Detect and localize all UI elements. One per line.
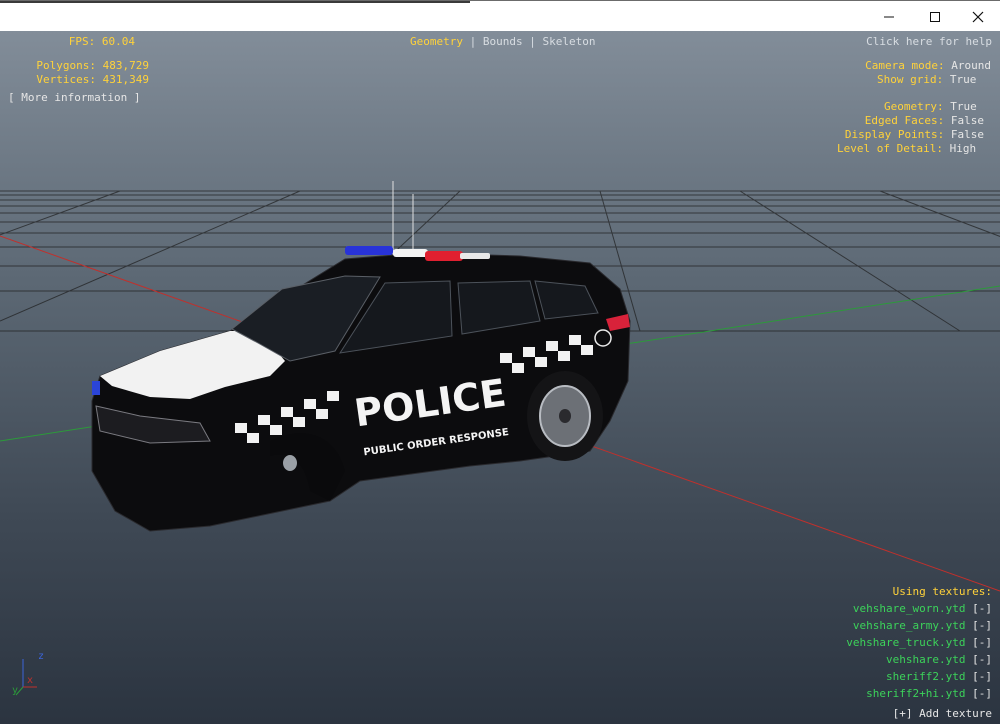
maximize-icon [930, 11, 940, 22]
setting-display-points[interactable]: Display Points: False [845, 128, 984, 142]
tab-separator: | [469, 35, 477, 48]
fps-readout: FPS: 60.04 [0, 35, 135, 49]
setting-camera-mode[interactable]: Camera mode: Around [865, 59, 991, 73]
show-grid-label: Show grid: [877, 73, 944, 86]
display-points-value: False [950, 128, 984, 141]
remove-texture-button[interactable]: [-] [972, 687, 992, 700]
edged-faces-label: Edged Faces: [864, 114, 945, 127]
fps-label: FPS: [68, 35, 96, 48]
setting-show-grid[interactable]: Show grid: True [877, 73, 976, 87]
vertices-readout: Vertices: 431,349 [0, 73, 149, 87]
tab-separator: | [529, 35, 536, 48]
lod-label: Level of Detail: [837, 142, 943, 155]
tab-bounds[interactable]: Bounds [483, 35, 523, 48]
3d-viewport[interactable]: POLICE PUBLIC ORDER RESPONSE z x y FPS: … [0, 31, 1000, 724]
texture-item: sheriff2+hi.ytd [-] [866, 685, 992, 702]
tab-geometry[interactable]: Geometry [410, 35, 463, 48]
close-button[interactable] [955, 2, 1000, 31]
texture-name: vehshare_truck.ytd [846, 636, 966, 649]
window-titlebar [0, 0, 1000, 31]
axis-gizmo: z x y [12, 651, 44, 696]
remove-texture-button[interactable]: [-] [972, 619, 992, 632]
texture-name: sheriff2.ytd [886, 670, 966, 683]
remove-texture-button[interactable]: [-] [972, 670, 992, 683]
axis-x-label: x [27, 675, 33, 686]
texture-name: vehshare_army.ytd [852, 619, 966, 632]
texture-item: vehshare_worn.ytd [-] [853, 600, 992, 617]
vertices-value: 431,349 [102, 73, 149, 86]
setting-geometry[interactable]: Geometry: True [884, 100, 977, 114]
more-information-link[interactable]: [ More information ] [8, 91, 140, 105]
texture-name: vehshare.ytd [886, 653, 966, 666]
geometry-value: True [950, 100, 977, 113]
polygons-readout: Polygons: 483,729 [0, 59, 149, 73]
remove-texture-button[interactable]: [-] [972, 602, 992, 615]
axis-z-label: z [38, 651, 44, 662]
camera-mode-label: Camera mode: [865, 59, 945, 72]
texture-item: vehshare_army.ytd [-] [853, 617, 992, 634]
setting-edged-faces[interactable]: Edged Faces: False [865, 114, 984, 128]
axis-y-label: y [12, 685, 18, 696]
vertices-label: Vertices: [36, 73, 97, 86]
show-grid-value: True [949, 73, 977, 86]
camera-mode-value: Around [951, 59, 991, 72]
view-tabs: Geometry | Bounds | Skeleton [410, 35, 595, 49]
texture-name: sheriff2+hi.ytd [866, 687, 966, 700]
fps-value: 60.04 [101, 35, 135, 48]
titlebar-strip [0, 1, 470, 3]
texture-name: vehshare_worn.ytd [852, 602, 966, 615]
display-points-label: Display Points: [844, 128, 945, 141]
remove-texture-button[interactable]: [-] [972, 636, 992, 649]
add-texture-button[interactable]: [+] Add texture [893, 705, 992, 722]
edged-faces-value: False [950, 114, 984, 127]
texture-item: vehshare.ytd [-] [886, 651, 992, 668]
remove-texture-button[interactable]: [-] [972, 653, 992, 666]
textures-heading: Using textures: [892, 585, 992, 598]
polygons-label: Polygons: [36, 59, 97, 72]
help-link[interactable]: Click here for help [866, 35, 992, 49]
geometry-label: Geometry: [884, 100, 944, 113]
tab-skeleton[interactable]: Skeleton [542, 35, 595, 48]
texture-item: vehshare_truck.ytd [-] [846, 634, 992, 651]
texture-item: sheriff2.ytd [-] [886, 668, 992, 685]
minimize-button[interactable] [866, 2, 912, 31]
setting-level-of-detail[interactable]: Level of Detail: High [837, 142, 976, 156]
lod-value: High [949, 142, 977, 155]
polygons-value: 483,729 [102, 59, 149, 72]
minimize-icon [884, 16, 894, 17]
maximize-button[interactable] [912, 2, 958, 31]
close-icon [972, 11, 984, 22]
